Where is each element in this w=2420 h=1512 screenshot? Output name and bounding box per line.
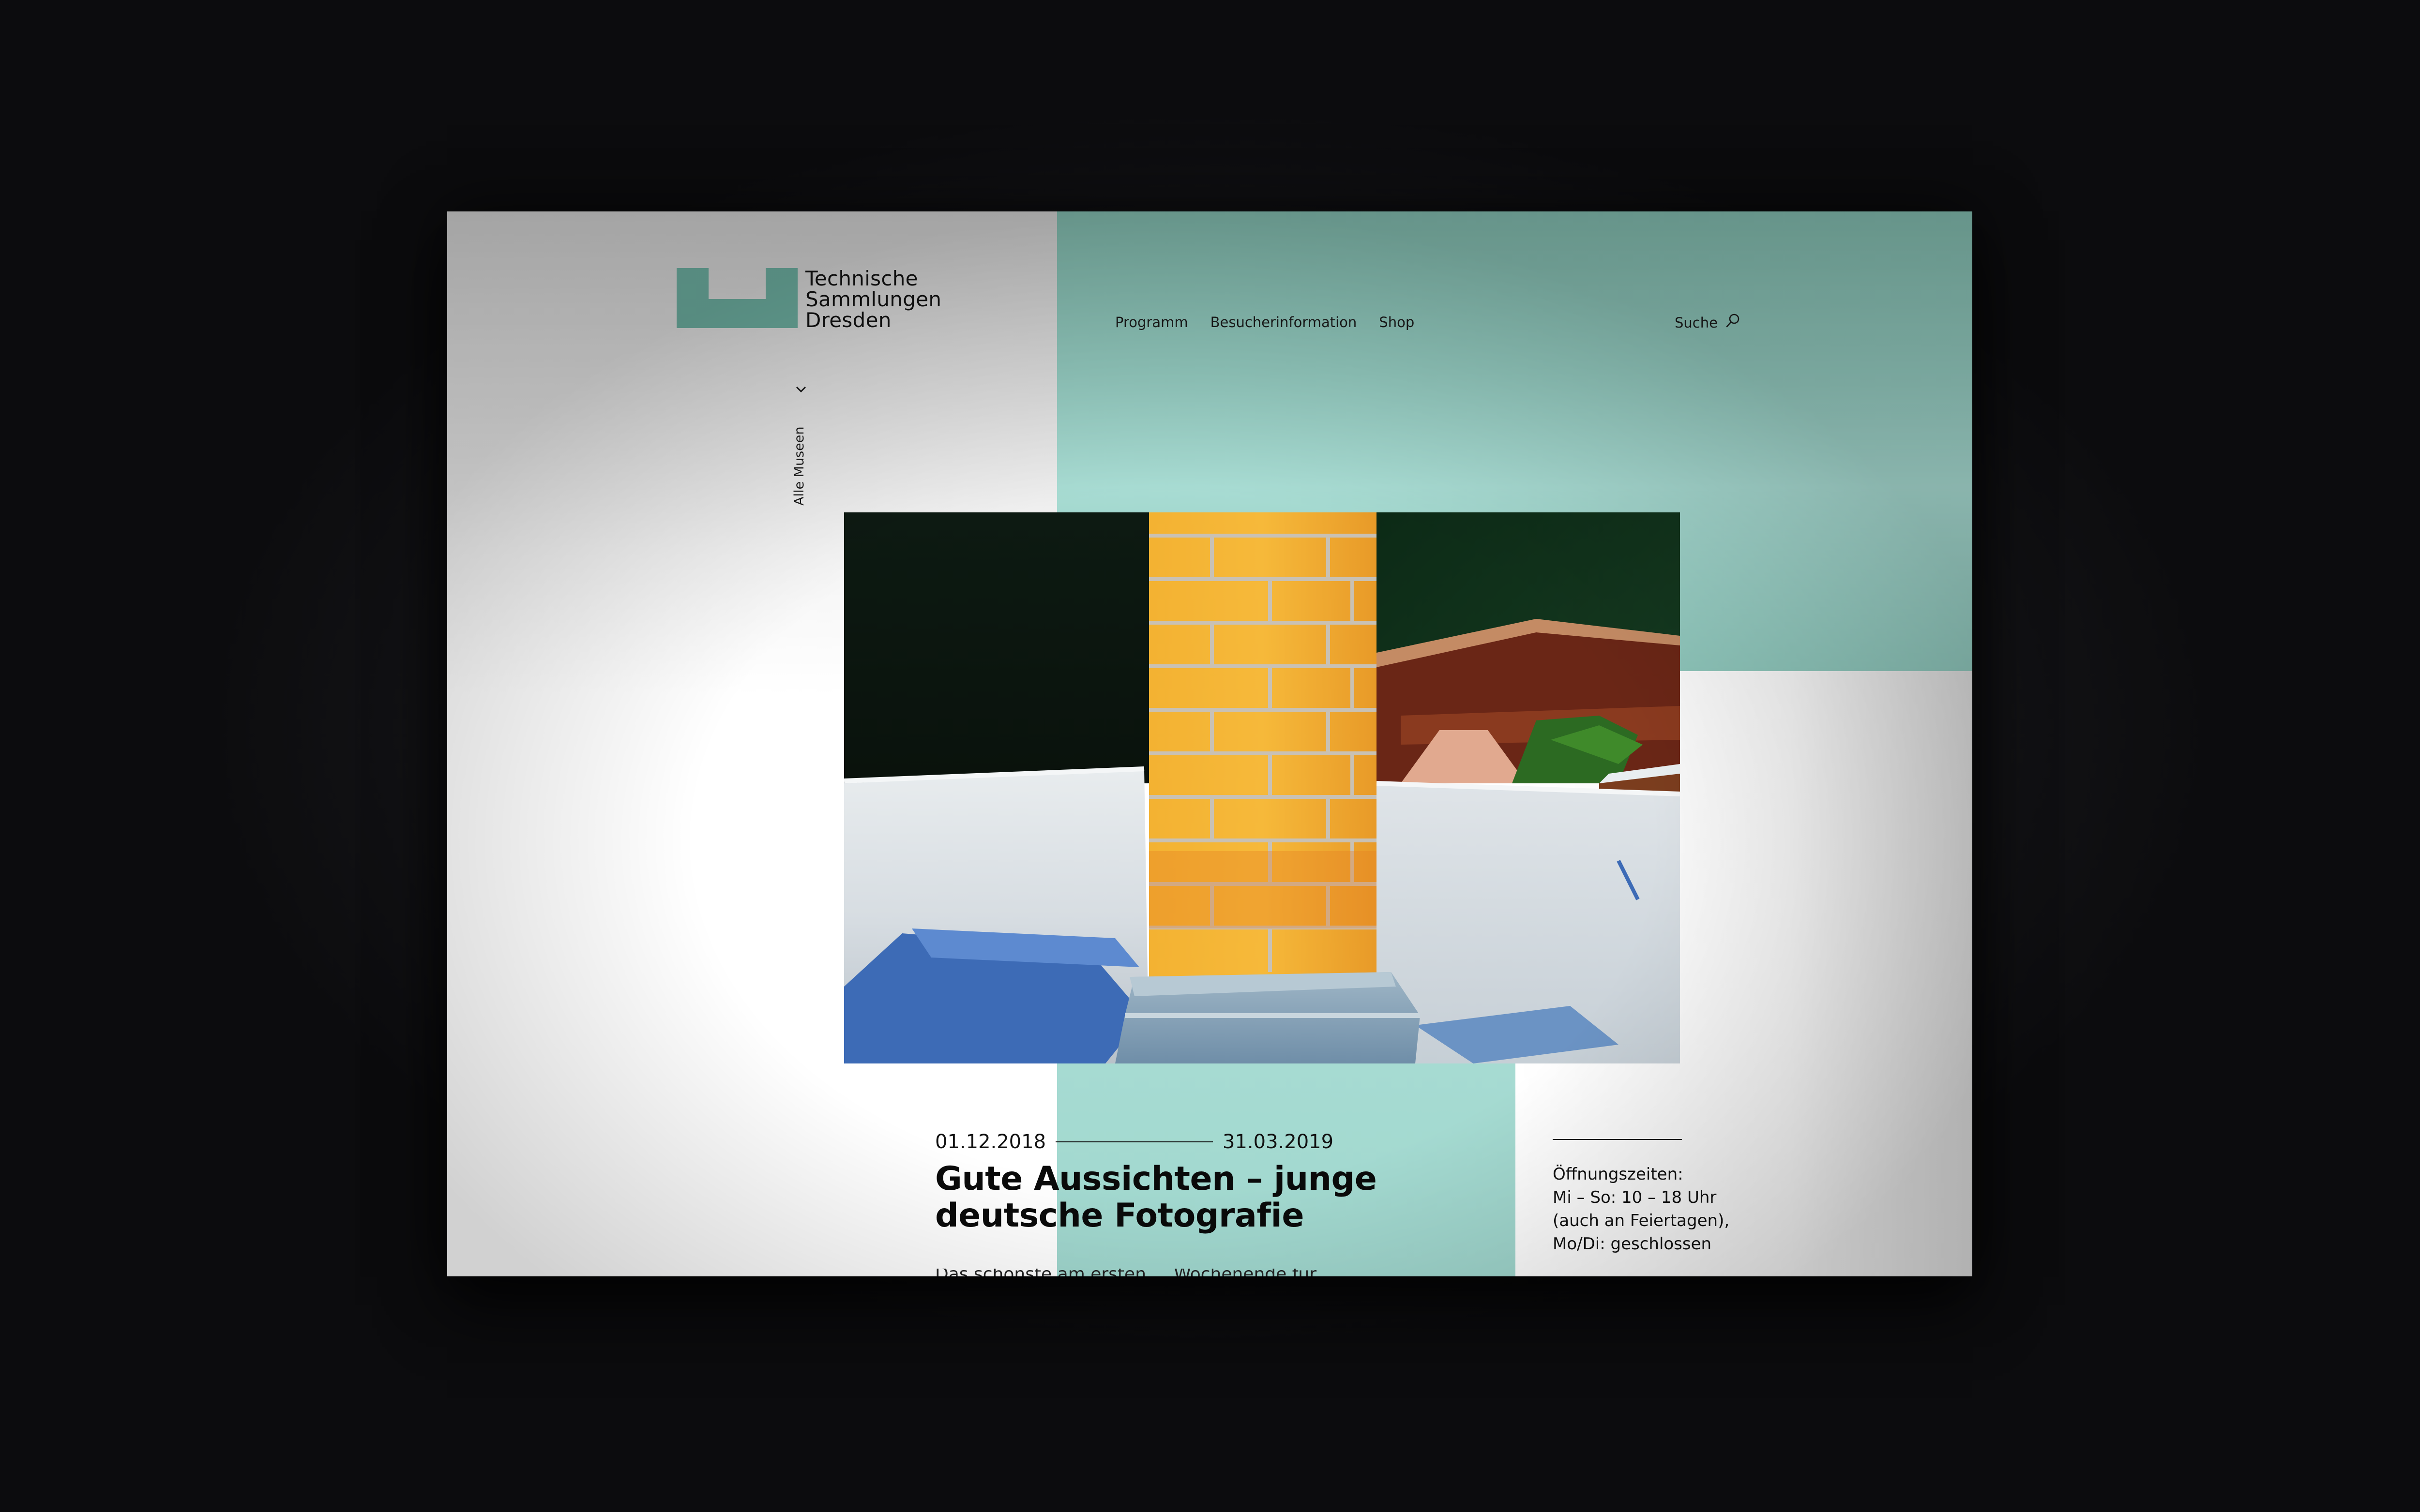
logo-line-2: Sammlungen [805, 287, 942, 311]
opening-hours: Öffnungszeiten: Mi – So: 10 – 18 Uhr (au… [1553, 1163, 1729, 1256]
all-museums-toggle[interactable]: Alle Museen [786, 385, 815, 506]
search-button[interactable]: Suche [1675, 313, 1740, 332]
date-start: 01.12.2018 [935, 1131, 1046, 1153]
logo-line-1: Technische [805, 267, 918, 290]
logo-mark-icon [677, 268, 798, 328]
opening-hours-line-1: Mi – So: 10 – 18 Uhr [1553, 1188, 1717, 1207]
exhibition-title[interactable]: Gute Aussichten – junge deutsche Fotogra… [935, 1161, 1419, 1234]
main-navigation: Programm Besucherinformation Shop [1115, 314, 1414, 330]
search-icon [1725, 313, 1740, 332]
logo-wordmark: Technische Sammlungen Dresden [805, 268, 941, 330]
site-logo[interactable]: Technische Sammlungen Dresden [677, 268, 941, 330]
opening-hours-line-3: Mo/Di: geschlossen [1553, 1234, 1712, 1254]
nav-item-shop[interactable]: Shop [1379, 314, 1414, 330]
date-range-divider [1056, 1141, 1213, 1142]
all-museums-label: Alle Museen [792, 426, 807, 506]
nav-item-besucherinformation[interactable]: Besucherinformation [1210, 314, 1357, 330]
date-end: 31.03.2019 [1223, 1131, 1334, 1153]
search-label: Suche [1675, 314, 1718, 331]
exhibition-teaser-text: Das schönste am ersten ... Wochenende fü… [935, 1269, 1371, 1276]
exhibition-teaser: Das schönste am ersten ... Wochenende fü… [935, 1269, 1371, 1276]
logo-line-3: Dresden [805, 308, 892, 332]
exhibition-title-line-1: Gute Aussichten – junge [935, 1160, 1377, 1198]
opening-hours-divider [1553, 1139, 1682, 1140]
exhibition-hero-image[interactable] [844, 512, 1680, 1063]
website-page: Technische Sammlungen Dresden Programm B… [447, 211, 1972, 1276]
opening-hours-heading: Öffnungszeiten: [1553, 1165, 1683, 1184]
opening-hours-line-2: (auch an Feiertagen), [1553, 1211, 1730, 1230]
chevron-down-icon [795, 385, 807, 397]
exhibition-title-line-2: deutsche Fotografie [935, 1197, 1304, 1235]
exhibition-dates: 01.12.2018 31.03.2019 [935, 1131, 1333, 1153]
nav-item-programm[interactable]: Programm [1115, 314, 1188, 330]
